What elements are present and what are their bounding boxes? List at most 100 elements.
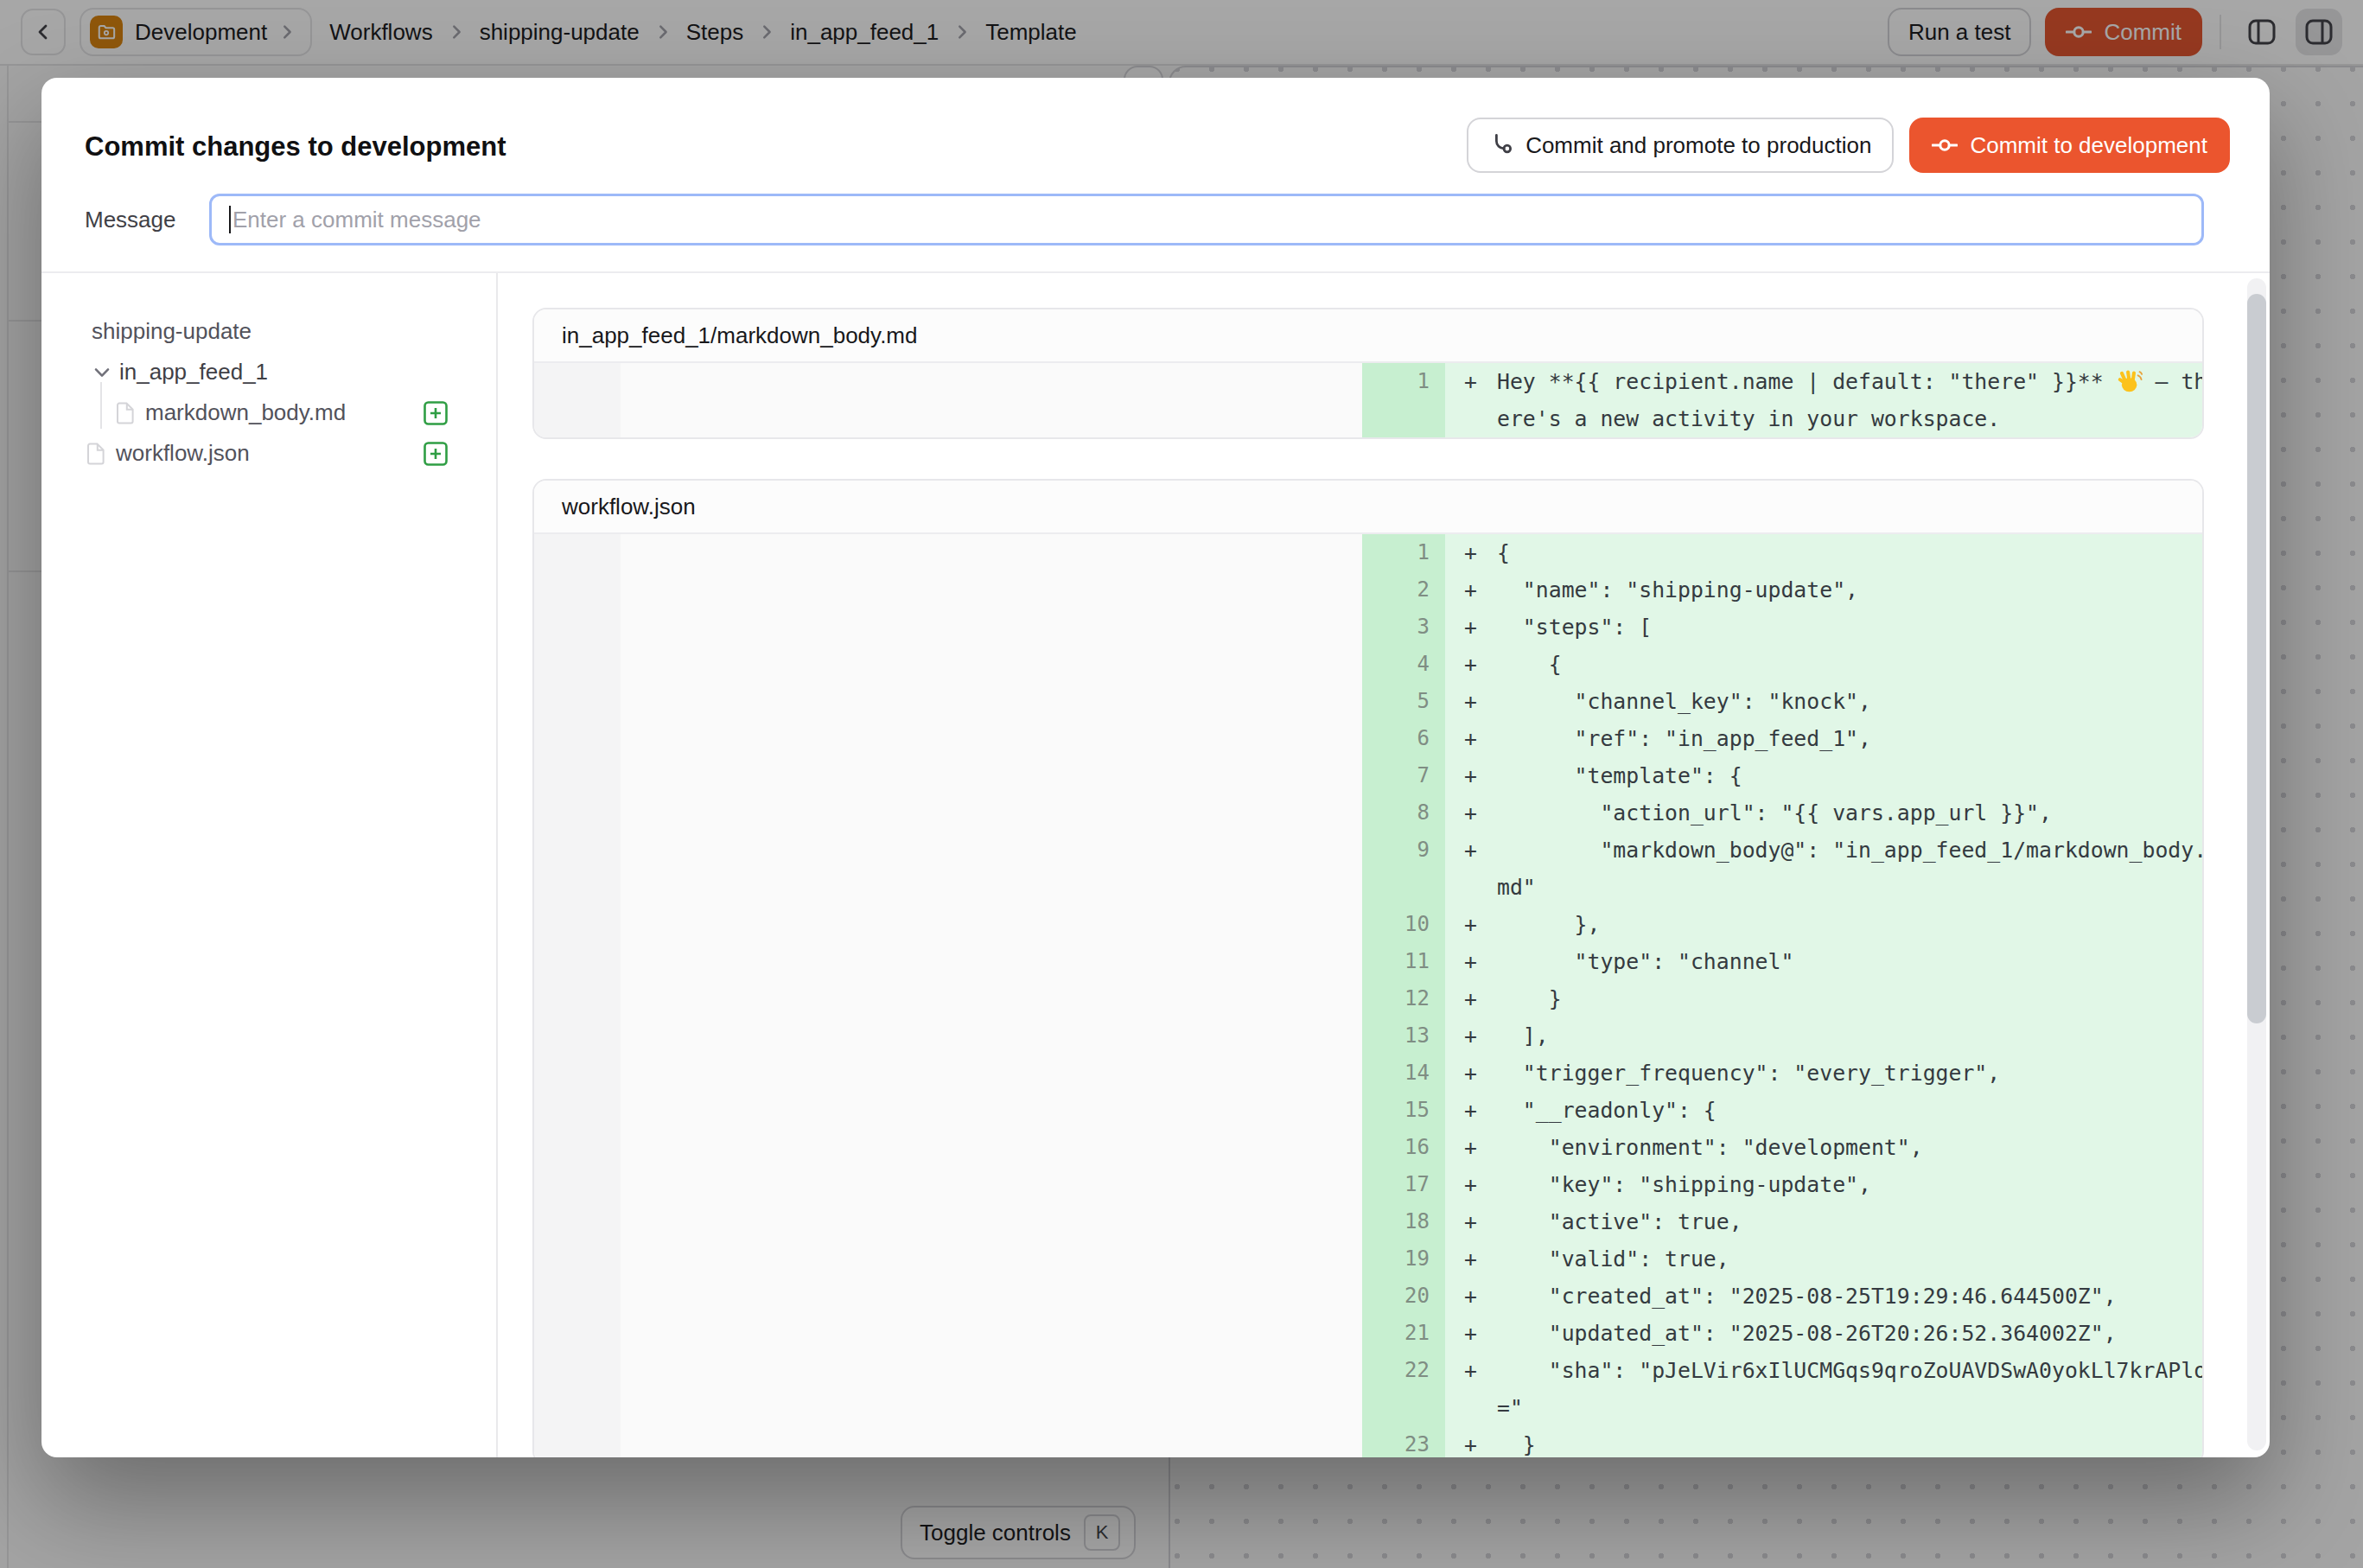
diff-plus-marker <box>1445 1389 1497 1426</box>
code-text: "sha": "pJeLVir6xIlUCMGqs9qroZoUAVDSwA0y… <box>1497 1352 2204 1389</box>
diff-plus-marker: + <box>1445 1166 1497 1203</box>
line-number: 4 <box>1362 646 1430 683</box>
modal-title: Commit changes to development <box>85 131 506 163</box>
diff-new-gutter: 1 <box>1362 363 1445 437</box>
code-text: } <box>1497 980 1562 1017</box>
diff-added-line: + "created_at": "2025-08-25T19:29:46.644… <box>1445 1278 2204 1315</box>
diff-plus-marker: + <box>1445 1352 1497 1389</box>
line-number: 12 <box>1362 980 1430 1017</box>
code-text: "name": "shipping-update", <box>1497 571 1858 609</box>
diff-file-name: in_app_feed_1/markdown_body.md <box>534 309 2202 363</box>
diff-added-line: + "environment": "development", <box>1445 1129 2204 1166</box>
chevron-down-icon <box>93 364 111 381</box>
diff-added-line: + "active": true, <box>1445 1203 2204 1240</box>
diff-added-icon <box>424 442 448 466</box>
diff-plus-marker: + <box>1445 720 1497 757</box>
line-number: 19 <box>1362 1240 1430 1278</box>
line-number <box>1362 1389 1430 1426</box>
line-number: 18 <box>1362 1203 1430 1240</box>
text-caret <box>229 206 231 233</box>
diff-panel: workflow.json123456789101112131415161718… <box>532 479 2204 1457</box>
diff-added-line: + "steps": [ <box>1445 609 2204 646</box>
tree-item-workflow-json[interactable]: workflow.json <box>41 433 496 474</box>
diff-plus-marker: + <box>1445 1315 1497 1352</box>
code-text: "created_at": "2025-08-25T19:29:46.64450… <box>1497 1278 2117 1315</box>
code-text: "__readonly": { <box>1497 1092 1717 1129</box>
diff-plus-marker: + <box>1445 1278 1497 1315</box>
line-number: 8 <box>1362 794 1430 832</box>
diff-old-content <box>621 363 1362 437</box>
diff-plus-marker: + <box>1445 1203 1497 1240</box>
commit-message-input[interactable]: Enter a commit message <box>209 194 2204 245</box>
diff-added-line: + } <box>1445 1426 2204 1457</box>
diff-added-line: + "ref": "in_app_feed_1", <box>1445 720 2204 757</box>
diff-added-line: =" <box>1445 1389 2204 1426</box>
diff-plus-marker: + <box>1445 943 1497 980</box>
code-text: { <box>1497 646 1562 683</box>
code-text: "markdown_body@": "in_app_feed_1/markdow… <box>1497 832 2204 869</box>
line-number: 7 <box>1362 757 1430 794</box>
code-text: "template": { <box>1497 757 1742 794</box>
code-text: =" <box>1497 1389 1523 1426</box>
modal-scrollbar[interactable] <box>2247 278 2266 1450</box>
diff-plus-marker: + <box>1445 980 1497 1017</box>
diff-added-line: + "valid": true, <box>1445 1240 2204 1278</box>
diff-added-icon <box>424 401 448 425</box>
diff-plus-marker: + <box>1445 534 1497 571</box>
code-text: } <box>1497 1426 1536 1457</box>
modal-scrollbar-thumb[interactable] <box>2247 294 2266 1023</box>
diff-added-line: ere's a new activity in your workspace. <box>1445 400 2204 437</box>
diff-plus-marker: + <box>1445 363 1497 400</box>
commit-promote-button[interactable]: Commit and promote to production <box>1467 118 1894 173</box>
line-number: 14 <box>1362 1055 1430 1092</box>
diff-added-line: + "updated_at": "2025-08-26T20:26:52.364… <box>1445 1315 2204 1352</box>
diff-old-content <box>621 534 1362 1457</box>
diff-added-line: + { <box>1445 646 2204 683</box>
diff-plus-marker: + <box>1445 832 1497 869</box>
diff-plus-marker: + <box>1445 1129 1497 1166</box>
line-number: 9 <box>1362 832 1430 869</box>
diff-added-line: md" <box>1445 869 2204 906</box>
diff-added-line: + "name": "shipping-update", <box>1445 571 2204 609</box>
diff-plus-marker: + <box>1445 646 1497 683</box>
code-text: Hey **{{ recipient.name | default: "ther… <box>1497 363 2204 400</box>
tree-item-markdown-file[interactable]: markdown_body.md <box>41 392 496 433</box>
code-text: ], <box>1497 1017 1549 1055</box>
line-number: 17 <box>1362 1166 1430 1203</box>
code-text: "type": "channel" <box>1497 943 1793 980</box>
line-number: 21 <box>1362 1315 1430 1352</box>
tree-item-folder[interactable]: in_app_feed_1 <box>41 352 496 392</box>
line-number: 22 <box>1362 1352 1430 1389</box>
diff-added-line: + "key": "shipping-update", <box>1445 1166 2204 1203</box>
diff-plus-marker: + <box>1445 794 1497 832</box>
diff-file-name: workflow.json <box>534 481 2202 534</box>
code-text: "trigger_frequency": "every_trigger", <box>1497 1055 2000 1092</box>
diff-plus-marker: + <box>1445 571 1497 609</box>
diff-plus-marker <box>1445 869 1497 906</box>
diff-plus-marker: + <box>1445 683 1497 720</box>
code-text: "ref": "in_app_feed_1", <box>1497 720 1871 757</box>
input-placeholder: Enter a commit message <box>232 207 481 233</box>
diff-old-gutter <box>534 363 621 437</box>
diff-added-line: + ], <box>1445 1017 2204 1055</box>
diff-added-line: + "action_url": "{{ vars.app_url }}", <box>1445 794 2204 832</box>
message-label: Message <box>85 207 209 233</box>
line-number <box>1362 400 1430 437</box>
diff-added-line: + "markdown_body@": "in_app_feed_1/markd… <box>1445 832 2204 869</box>
file-icon <box>116 402 135 424</box>
commit-modal: Commit changes to development Commit and… <box>41 78 2270 1457</box>
diff-added-line: + "type": "channel" <box>1445 943 2204 980</box>
diff-plus-marker: + <box>1445 906 1497 943</box>
diff-added-line: + "channel_key": "knock", <box>1445 683 2204 720</box>
line-number: 1 <box>1362 534 1430 571</box>
tree-item-workflow[interactable]: shipping-update <box>41 311 496 352</box>
diff-list: in_app_feed_1/markdown_body.md1+Hey **{{… <box>498 273 2270 1457</box>
code-text: { <box>1497 534 1510 571</box>
file-icon <box>86 443 105 465</box>
diff-plus-marker: + <box>1445 1092 1497 1129</box>
line-number: 5 <box>1362 683 1430 720</box>
commit-to-development-button[interactable]: Commit to development <box>1909 118 2230 173</box>
diff-added-line: + "__readonly": { <box>1445 1092 2204 1129</box>
diff-plus-marker: + <box>1445 1055 1497 1092</box>
diff-added-line: + "template": { <box>1445 757 2204 794</box>
